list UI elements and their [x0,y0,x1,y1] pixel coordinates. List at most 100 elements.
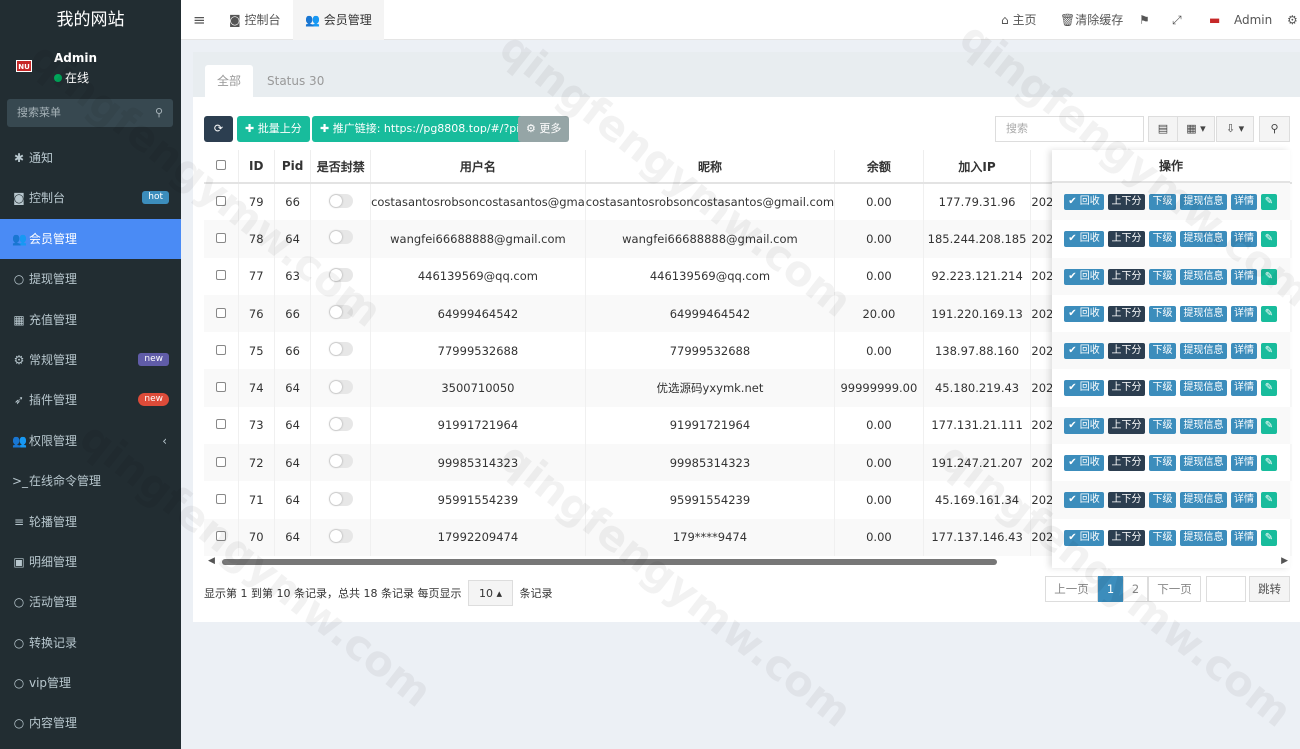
sidebar-item-6[interactable]: ➶ 插件管理 new [0,380,181,420]
edit-button[interactable]: ✎ [1261,194,1277,210]
detail-button[interactable]: 详情 [1231,305,1257,322]
clear-cache-button[interactable]: 🗑清除缓存 [1060,0,1123,40]
detail-button[interactable]: 详情 [1231,492,1257,509]
select-all-checkbox[interactable] [204,150,239,184]
sidebar-item-3[interactable]: ○ 提现管理 [0,259,181,299]
withdraw-info-button[interactable]: 提现信息 [1180,194,1227,210]
row-checkbox[interactable] [204,369,239,407]
ban-toggle[interactable] [310,294,372,333]
edit-button[interactable]: ✎ [1261,455,1277,472]
scroll-left-icon[interactable]: ◀ [208,556,215,566]
subordinate-button[interactable]: 下级 [1149,455,1176,472]
jump-button[interactable]: 跳转 [1249,576,1290,602]
transfer-button[interactable]: 上下分 [1108,268,1145,285]
row-checkbox[interactable] [204,406,239,445]
subordinate-button[interactable]: 下级 [1149,194,1176,210]
recycle-button[interactable]: ✔ 回收 [1064,268,1104,285]
recycle-button[interactable]: ✔ 回收 [1064,343,1104,360]
horizontal-scrollbar[interactable]: ◀ ▶ [204,556,1292,568]
ban-toggle[interactable] [310,332,372,370]
col-balance[interactable]: 余额 [834,150,924,184]
col-nickname[interactable]: 昵称 [585,150,836,184]
sidebar-item-4[interactable]: ▦ 充值管理 [0,300,181,340]
withdraw-info-button[interactable]: 提现信息 [1180,492,1227,509]
transfer-button[interactable]: 上下分 [1108,231,1145,248]
tab-dashboard[interactable]: ◙ 控制台 [219,0,290,40]
settings-icon[interactable]: ⚙ [1287,0,1298,40]
ban-toggle[interactable] [310,220,372,258]
transfer-button[interactable]: 上下分 [1108,194,1145,210]
language-icon[interactable]: ⚑ [1139,0,1150,40]
subordinate-button[interactable]: 下级 [1149,492,1176,509]
sidebar-item-9[interactable]: ≡ 轮播管理 [0,502,181,542]
subordinate-button[interactable]: 下级 [1149,231,1176,248]
sidebar-item-13[interactable]: ○ vip管理 [0,663,181,703]
withdraw-info-button[interactable]: 提现信息 [1180,305,1227,322]
row-checkbox[interactable] [204,518,239,556]
sidebar-item-2[interactable]: 👥 会员管理 [0,218,181,260]
edit-button[interactable]: ✎ [1261,492,1277,509]
columns-icon[interactable]: ▦ ▾ [1177,116,1215,142]
sidebar-item-12[interactable]: ○ 转换记录 [0,623,181,663]
withdraw-info-button[interactable]: 提现信息 [1180,343,1227,360]
admin-avatar-icon[interactable]: ▬ [1209,0,1220,40]
site-title[interactable]: 我的网站 [0,0,181,40]
toggle-view-icon[interactable]: ▤ [1148,116,1178,142]
edit-button[interactable]: ✎ [1261,305,1277,322]
scroll-thumb[interactable] [222,559,997,565]
page-size-select[interactable]: 10 ▴ [467,580,513,606]
batch-recharge-button[interactable]: ✚ 批量上分 [237,116,310,142]
prev-page-button[interactable]: 上一页 [1045,576,1098,602]
recycle-button[interactable]: ✔ 回收 [1064,194,1104,210]
edit-button[interactable]: ✎ [1261,268,1277,285]
sidebar-search-input[interactable]: 搜索菜单 ⚲ [7,99,173,127]
row-checkbox[interactable] [204,220,239,258]
recycle-button[interactable]: ✔ 回收 [1064,380,1104,397]
jump-page-input[interactable] [1206,576,1246,602]
row-checkbox[interactable] [204,332,239,370]
detail-button[interactable]: 详情 [1231,268,1257,285]
scroll-right-icon[interactable]: ▶ [1281,556,1288,566]
ban-toggle[interactable] [310,257,372,295]
subordinate-button[interactable]: 下级 [1149,417,1176,434]
subordinate-button[interactable]: 下级 [1149,305,1176,322]
sidebar-item-0[interactable]: ✱ 通知 [0,138,181,178]
col-id[interactable]: ID [238,150,275,184]
promo-link-button[interactable]: ✚ 推广链接: https://pg8808.top/#/?pid=0 [312,116,551,142]
ban-toggle[interactable] [310,518,372,556]
admin-menu[interactable]: Admin [1234,0,1272,40]
row-checkbox[interactable] [204,257,239,295]
row-checkbox[interactable] [204,481,239,519]
search-icon[interactable]: ⚲ [1259,116,1290,142]
recycle-button[interactable]: ✔ 回收 [1064,305,1104,322]
withdraw-info-button[interactable]: 提现信息 [1180,455,1227,472]
edit-button[interactable]: ✎ [1261,417,1277,434]
search-icon[interactable]: ⚲ [155,99,163,127]
page-1-button[interactable]: 1 [1098,576,1123,602]
withdraw-info-button[interactable]: 提现信息 [1180,380,1227,397]
edit-button[interactable]: ✎ [1261,380,1277,397]
ban-toggle[interactable] [310,444,372,482]
subordinate-button[interactable]: 下级 [1149,268,1176,285]
transfer-button[interactable]: 上下分 [1108,380,1145,397]
sidebar-item-8[interactable]: >_在线命令管理 [0,461,181,501]
detail-button[interactable]: 详情 [1231,380,1257,397]
refresh-button[interactable]: ⟳ [204,116,233,142]
col-pid[interactable]: Pid [274,150,312,184]
edit-button[interactable]: ✎ [1261,529,1277,546]
tab-status-30[interactable]: Status 30 [255,65,336,97]
detail-button[interactable]: 详情 [1231,343,1257,360]
withdraw-info-button[interactable]: 提现信息 [1180,268,1227,285]
export-icon[interactable]: ⇩ ▾ [1216,116,1254,142]
sidebar-item-14[interactable]: ○ 内容管理 [0,703,181,743]
sidebar-item-7[interactable]: 👥 权限管理 ‹ [0,421,181,461]
subordinate-button[interactable]: 下级 [1149,529,1176,546]
subordinate-button[interactable]: 下级 [1149,343,1176,360]
detail-button[interactable]: 详情 [1231,194,1257,210]
sidebar-item-10[interactable]: ▣ 明细管理 [0,542,181,582]
tab-all[interactable]: 全部 [205,65,254,97]
detail-button[interactable]: 详情 [1231,417,1257,434]
recycle-button[interactable]: ✔ 回收 [1064,529,1104,546]
transfer-button[interactable]: 上下分 [1108,343,1145,360]
recycle-button[interactable]: ✔ 回收 [1064,492,1104,509]
